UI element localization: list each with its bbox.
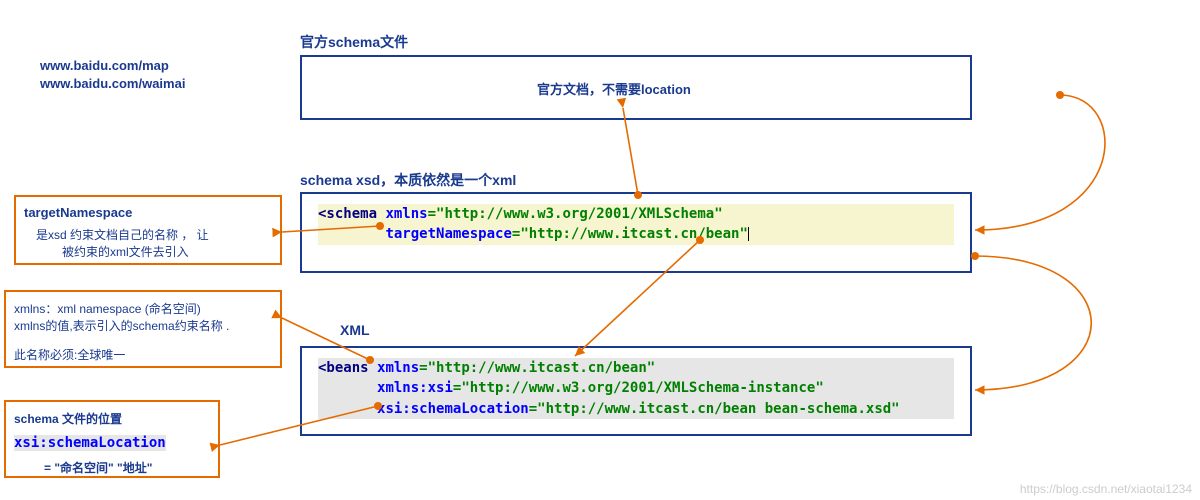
schemaloc-val: = "命名空间" "地址" (44, 459, 210, 476)
section-title-schema-xsd: schema xsd，本质依然是一个xml (300, 170, 516, 190)
section-title-official: 官方schema文件 (300, 32, 408, 52)
xml-attr-schemaloc: xsi:schemaLocation (377, 401, 529, 417)
xml-code-block: <beans xmlns="http://www.itcast.cn/bean"… (318, 358, 954, 419)
schemaloc-annotation-box: schema 文件的位置 xsi:schemaLocation = "命名空间"… (4, 400, 220, 478)
schema-attr-targetns: targetNamespace (385, 226, 511, 242)
xml-box: <beans xmlns="http://www.itcast.cn/bean"… (300, 346, 972, 436)
targetns-desc2: 被约束的xml文件去引入 (62, 243, 272, 260)
url-baidu-map: www.baidu.com/map (40, 58, 169, 73)
text-cursor (748, 227, 749, 241)
xml-attr-xmlns: xmlns (377, 360, 419, 376)
targetns-desc1: 是xsd 约束文档自己的名称 ， 让 (36, 226, 272, 243)
section-title-xml: XML (340, 322, 370, 338)
watermark: https://blog.csdn.net/xiaotai1234 (1020, 482, 1192, 496)
schemaloc-code: xsi:schemaLocation (14, 435, 166, 451)
xml-val-schemaloc: "http://www.itcast.cn/bean bean-schema.x… (537, 401, 899, 417)
xml-val-xmlns: "http://www.itcast.cn/bean" (428, 360, 656, 376)
xmlns-annotation-box: xmlns：xml namespace (命名空间) xmlns的值,表示引入的… (4, 290, 282, 368)
schema-xsd-box: <schema xmlns="http://www.w3.org/2001/XM… (300, 192, 972, 273)
url-baidu-waimai: www.baidu.com/waimai (40, 76, 185, 91)
xmlns-line1: xmlns：xml namespace (命名空间) (14, 300, 272, 317)
official-note: 官方文档，不需要location (537, 79, 691, 98)
schema-val-targetns: "http://www.itcast.cn/bean" (520, 226, 748, 242)
schema-tag-open: <schema (318, 206, 377, 222)
official-schema-box: 官方文档，不需要location (300, 55, 972, 120)
targetns-title: targetNamespace (24, 205, 272, 220)
schema-code-block: <schema xmlns="http://www.w3.org/2001/XM… (318, 204, 954, 245)
schema-attr-xmlns: xmlns (385, 206, 427, 222)
xmlns-line3: 此名称必须:全球唯一 (14, 346, 272, 363)
xml-attr-xmlns-xsi: xmlns:xsi (377, 380, 453, 396)
xmlns-line2: xmlns的值,表示引入的schema约束名称 . (14, 317, 272, 334)
targetns-annotation-box: targetNamespace 是xsd 约束文档自己的名称 ， 让 被约束的x… (14, 195, 282, 265)
xml-val-xmlns-xsi: "http://www.w3.org/2001/XMLSchema-instan… (461, 380, 823, 396)
schemaloc-title: schema 文件的位置 (14, 410, 210, 427)
schema-val-xmlns: "http://www.w3.org/2001/XMLSchema" (436, 206, 723, 222)
xml-tag-open: <beans (318, 360, 369, 376)
